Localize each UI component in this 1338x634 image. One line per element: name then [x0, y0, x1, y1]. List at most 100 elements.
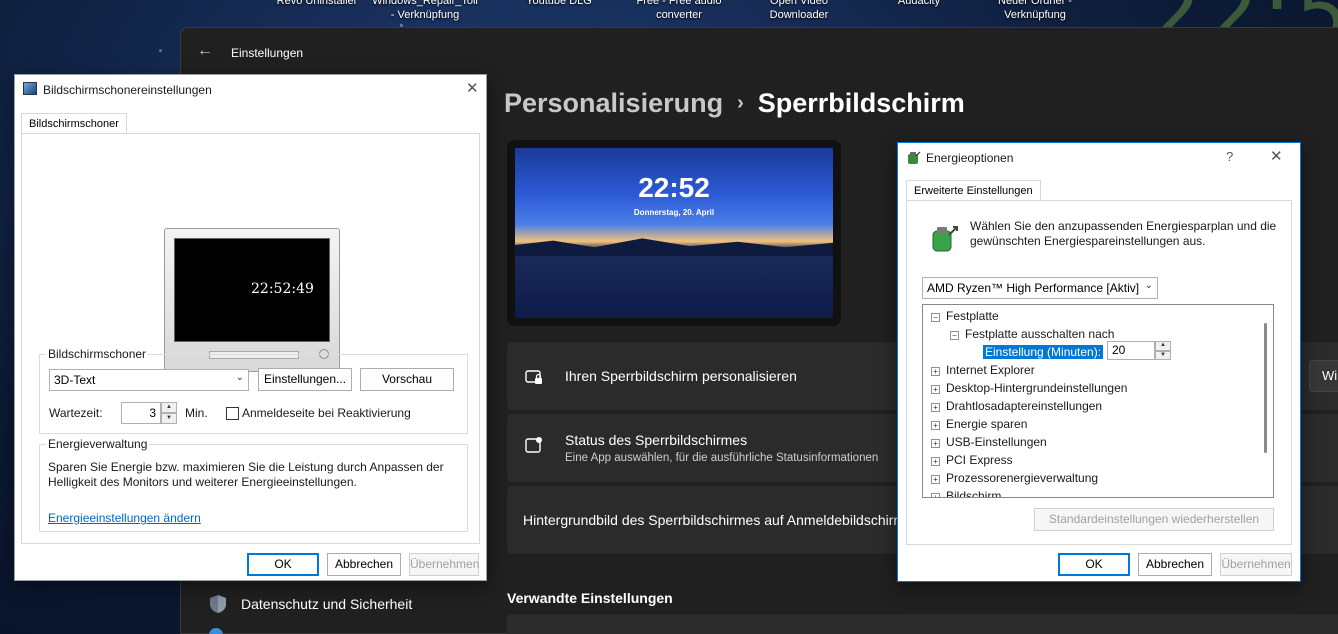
- power-plan-battery-icon: [932, 226, 958, 252]
- wait-time-stepper[interactable]: ▲ ▼: [161, 402, 177, 424]
- breadcrumb-separator: ›: [737, 92, 744, 114]
- group-power-management: Energieverwaltung Sparen Sie Energie bzw…: [39, 437, 468, 532]
- group-power-label: Energieverwaltung: [46, 437, 150, 451]
- chevron-down-icon: ⌄: [1144, 280, 1153, 291]
- stepper-up-icon[interactable]: ▲: [1155, 341, 1171, 351]
- expand-icon[interactable]: +: [931, 403, 940, 412]
- power-settings-tree[interactable]: − Festplatte − Festplatte ausschalten nach…: [922, 304, 1274, 498]
- tree-item-usb[interactable]: + USB-Einstellungen: [931, 435, 1047, 449]
- sidebar-item-privacy[interactable]: Datenschutz und Sicherheit: [205, 590, 495, 620]
- power-dialog-description: Wählen Sie den anzupassenden Energiespar…: [970, 219, 1277, 248]
- cancel-button[interactable]: Abbrechen: [1138, 553, 1212, 576]
- close-icon[interactable]: ✕: [466, 81, 479, 96]
- wait-time-label: Wartezeit:: [49, 406, 103, 420]
- group-screensaver-label: Bildschirmschoner: [46, 347, 149, 361]
- expand-icon[interactable]: +: [931, 385, 940, 394]
- card-background-title: Hintergrundbild des Sperrbildschirmes au…: [523, 512, 906, 528]
- tree-item-festplatte-aus[interactable]: − Festplatte ausschalten nach: [950, 327, 1114, 341]
- wait-time-input[interactable]: 3: [121, 402, 161, 424]
- screensaver-preview-button[interactable]: Vorschau: [360, 368, 454, 391]
- monitor-preview-screen: 22:52:49: [174, 238, 330, 342]
- tree-item-setting-minutes[interactable]: Einstellung (Minuten):: [983, 345, 1104, 359]
- power-options-dialog: Energieoptionen ? ✕ Erweiterte Einstellu…: [897, 142, 1301, 582]
- power-description: Sparen Sie Energie bzw. maximieren Sie d…: [48, 460, 444, 489]
- screensaver-select[interactable]: 3D-Text ⌄: [49, 369, 249, 391]
- monitor-preview-time: 22:52:49: [251, 281, 314, 297]
- apply-button: Übernehmen: [1220, 553, 1292, 576]
- tree-item-pci-express[interactable]: + PCI Express: [931, 453, 1013, 467]
- setting-minutes-stepper[interactable]: ▲ ▼: [1155, 341, 1171, 360]
- tree-item-display[interactable]: + Bildschirm: [931, 489, 1001, 497]
- power-plan-select-value: AMD Ryzen™ High Performance [Aktiv]: [927, 281, 1140, 295]
- expand-icon[interactable]: +: [931, 421, 940, 430]
- setting-minutes-input[interactable]: 20: [1107, 341, 1155, 360]
- expand-icon[interactable]: +: [931, 367, 940, 376]
- stepper-up-icon[interactable]: ▲: [161, 402, 177, 413]
- related-settings-card[interactable]: [507, 614, 1338, 634]
- related-settings-heading: Verwandte Einstellungen: [507, 590, 673, 606]
- ok-button[interactable]: OK: [1058, 553, 1130, 576]
- chevron-down-icon: ⌄: [235, 372, 244, 383]
- restore-defaults-button: Standardeinstellungen wiederherstellen: [1034, 508, 1274, 531]
- screensaver-dialog-title: Bildschirmschonereinstellungen: [43, 83, 212, 97]
- cancel-button[interactable]: Abbrechen: [327, 553, 401, 576]
- tree-item-wireless-adapter[interactable]: + Drahtlosadaptereinstellungen: [931, 399, 1102, 413]
- resume-signin-label[interactable]: Anmeldeseite bei Reaktivierung: [242, 406, 411, 420]
- settings-title: Einstellungen: [231, 46, 304, 60]
- tab-advanced-settings[interactable]: Erweiterte Einstellungen: [906, 180, 1041, 201]
- ok-button[interactable]: OK: [247, 553, 319, 576]
- tree-scrollbar[interactable]: [1264, 323, 1267, 453]
- close-icon[interactable]: ✕: [1270, 149, 1283, 164]
- lock-screen-preview-image: 22:52 Donnerstag, 20. April: [515, 148, 833, 318]
- expand-icon[interactable]: +: [931, 493, 940, 497]
- lockscreen-image-icon: [525, 370, 542, 384]
- help-icon[interactable]: ?: [1226, 149, 1233, 164]
- group-screensaver: Bildschirmschoner 3D-Text ⌄ Einstellunge…: [39, 347, 468, 434]
- desktop-icon-revo[interactable]: Revo Uninstaller: [262, 0, 372, 8]
- screensaver-dialog-titlebar: Bildschirmschonereinstellungen ✕: [15, 75, 486, 105]
- personalize-dropdown-button[interactable]: Wi: [1309, 360, 1338, 392]
- wait-time-unit: Min.: [185, 406, 208, 420]
- desktop-icon-open-video-downloader[interactable]: Open Video Downloader: [744, 0, 854, 22]
- collapse-icon[interactable]: −: [931, 313, 940, 322]
- expand-icon[interactable]: +: [931, 457, 940, 466]
- tab-screensaver[interactable]: Bildschirmschoner: [21, 113, 127, 134]
- screensaver-settings-button[interactable]: Einstellungen...: [258, 368, 352, 391]
- card-status-subtitle: Eine App auswählen, für die ausführliche…: [565, 452, 879, 464]
- resume-signin-checkbox[interactable]: [226, 407, 239, 420]
- desktop-icon-windows-repair[interactable]: Windows_Repair_Toll - Verknüpfung: [370, 0, 480, 22]
- change-power-settings-link[interactable]: Energieeinstellungen ändern: [48, 511, 201, 525]
- tree-item-sleep[interactable]: + Energie sparen: [931, 417, 1027, 431]
- preview-time: 22:52: [638, 172, 710, 203]
- desktop-icon-youtube-dlg[interactable]: Youtube DLG: [504, 0, 614, 8]
- apply-button: Übernehmen: [409, 553, 479, 576]
- tree-item-festplatte[interactable]: − Festplatte: [931, 309, 999, 323]
- expand-icon[interactable]: +: [931, 439, 940, 448]
- stepper-down-icon[interactable]: ▼: [161, 413, 177, 424]
- tree-item-desktop-background[interactable]: + Desktop-Hintergrundeinstellungen: [931, 381, 1127, 395]
- shield-icon: [210, 595, 226, 613]
- desktop-icon-audacity[interactable]: Audacity: [864, 0, 974, 8]
- desktop-icon-neuer-ordner[interactable]: Neuer Ordner - Verknüpfung: [980, 0, 1090, 22]
- power-plan-select[interactable]: AMD Ryzen™ High Performance [Aktiv] ⌄: [922, 277, 1158, 299]
- monitor-preview: 22:52:49: [164, 228, 340, 372]
- screensaver-select-value: 3D-Text: [54, 373, 96, 387]
- app-status-icon: [525, 437, 542, 453]
- tree-item-internet-explorer[interactable]: + Internet Explorer: [931, 363, 1035, 377]
- desktop-icon-free-audio-converter[interactable]: Free - Free audio converter: [624, 0, 734, 22]
- stepper-down-icon[interactable]: ▼: [1155, 350, 1171, 360]
- breadcrumb: Personalisierung › Sperrbildschirm: [504, 88, 965, 119]
- preview-date: Donnerstag, 20. April: [633, 208, 715, 217]
- power-dialog-titlebar: Energieoptionen ? ✕: [898, 143, 1300, 173]
- battery-plug-icon: [908, 151, 921, 164]
- sidebar-item-privacy-label: Datenschutz und Sicherheit: [241, 596, 413, 612]
- collapse-icon[interactable]: −: [950, 331, 959, 340]
- breadcrumb-current: Sperrbildschirm: [757, 88, 965, 118]
- breadcrumb-parent[interactable]: Personalisierung: [504, 88, 723, 118]
- tree-item-processor-power[interactable]: + Prozessorenergieverwaltung: [931, 471, 1098, 485]
- monitor-icon: [23, 82, 37, 95]
- sidebar-next-item-icon[interactable]: [209, 628, 223, 634]
- expand-icon[interactable]: +: [931, 475, 940, 484]
- back-arrow-icon[interactable]: ←: [197, 42, 213, 60]
- lock-screen-preview: 22:52 Donnerstag, 20. April: [507, 140, 841, 326]
